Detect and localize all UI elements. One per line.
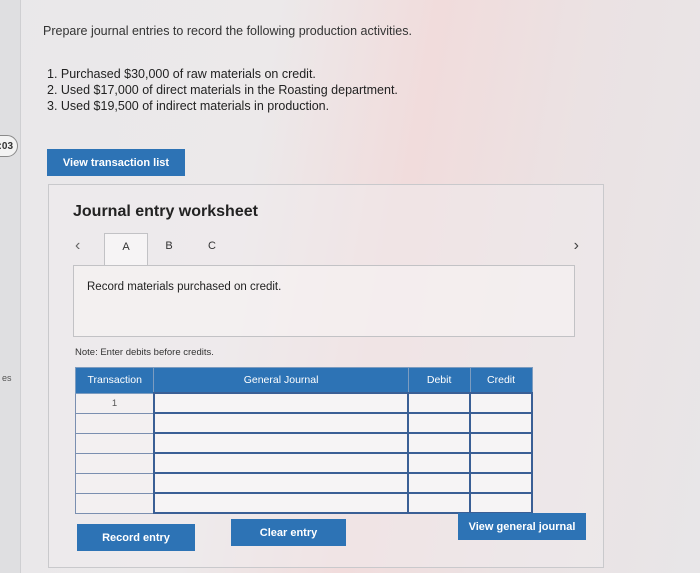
column-header-credit: Credit [469,367,533,394]
column-header-transaction: Transaction [74,367,155,394]
column-header-debit: Debit [407,367,471,394]
view-general-journal-button[interactable]: View general journal [458,513,586,540]
credit-input[interactable] [469,452,533,474]
debit-input[interactable] [407,432,472,454]
table-row [74,452,533,474]
record-entry-button[interactable]: Record entry [77,524,195,551]
debit-input[interactable] [407,492,472,514]
table-row [74,432,533,454]
question-prompt: Prepare journal entries to record the fo… [43,24,412,38]
left-sidebar-strip [0,0,21,573]
transaction-cell [74,432,155,454]
tab-b[interactable]: B [148,233,190,265]
debit-input[interactable] [407,412,472,434]
tab-c[interactable]: C [191,233,233,265]
table-row [74,412,533,434]
general-journal-input[interactable] [152,472,410,494]
transaction-cell: 1 [74,392,155,414]
sidebar-text-fragment: es [2,373,12,383]
table-row: 1 [74,392,533,414]
table-row [74,492,533,514]
credit-input[interactable] [469,392,533,414]
general-journal-input[interactable] [152,432,410,454]
general-journal-input[interactable] [152,392,410,414]
transaction-cell [74,472,155,494]
credit-input[interactable] [469,492,533,514]
credit-input[interactable] [469,472,533,494]
entry-note: Note: Enter debits before credits. [75,347,214,358]
general-journal-input[interactable] [152,412,410,434]
list-item: 1. Purchased $30,000 of raw materials on… [47,67,316,81]
view-transaction-list-button[interactable]: View transaction list [47,149,185,176]
journal-entry-table: Transaction General Journal Debit Credit… [74,367,533,514]
credit-input[interactable] [469,412,533,434]
clear-entry-button[interactable]: Clear entry [231,519,346,546]
debit-input[interactable] [407,452,472,474]
column-header-general-journal: General Journal [153,367,409,394]
chevron-right-icon[interactable]: › [574,237,579,255]
journal-entry-worksheet: Journal entry worksheet ‹ A B C › Record… [48,184,604,568]
worksheet-title: Journal entry worksheet [73,203,258,220]
credit-input[interactable] [469,432,533,454]
list-item: 2. Used $17,000 of direct materials in t… [47,83,398,97]
tab-a[interactable]: A [104,233,148,266]
activity-list: 1. Purchased $30,000 of raw materials on… [47,66,398,114]
transaction-cell [74,452,155,474]
debit-input[interactable] [407,392,472,414]
entry-description-box: Record materials purchased on credit. [73,265,575,337]
entry-description: Record materials purchased on credit. [87,281,282,293]
transaction-cell [74,492,155,514]
transaction-cell [74,412,155,434]
general-journal-input[interactable] [152,492,410,514]
general-journal-input[interactable] [152,452,410,474]
debit-input[interactable] [407,472,472,494]
table-row [74,472,533,494]
list-item: 3. Used $19,500 of indirect materials in… [47,99,330,113]
chevron-left-icon[interactable]: ‹ [75,237,80,255]
